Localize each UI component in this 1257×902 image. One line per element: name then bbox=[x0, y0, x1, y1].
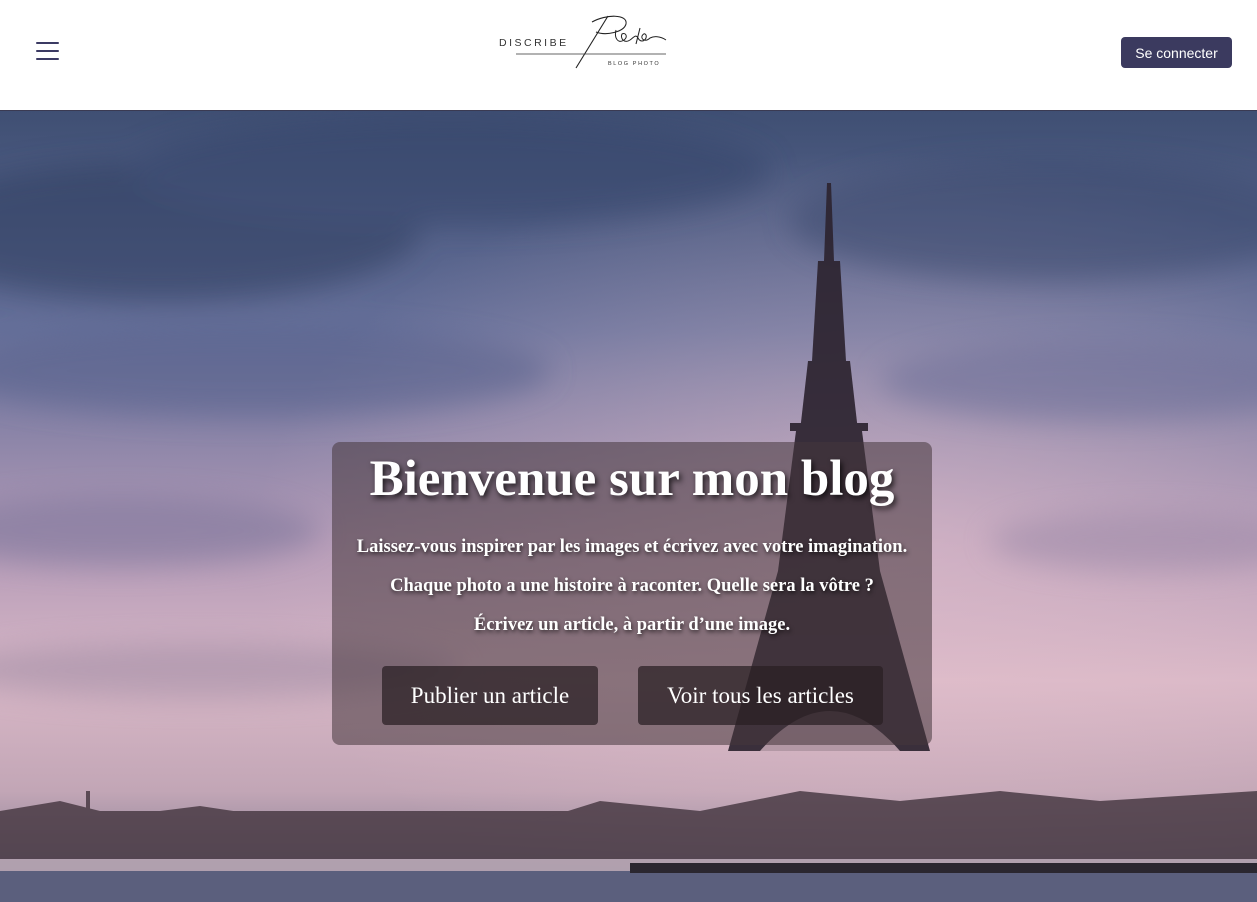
hero-line-1: Laissez-vous inspirer par les images et … bbox=[356, 537, 908, 557]
hero-line-3: Écrivez un article, à partir d’une image… bbox=[473, 615, 791, 635]
publish-article-button[interactable]: Publier un article bbox=[382, 666, 598, 725]
welcome-card: Bienvenue sur mon blog Laissez-vous insp… bbox=[332, 442, 932, 745]
site-logo[interactable]: DISCRIBE BLOG PHOTO bbox=[496, 10, 676, 76]
hamburger-menu-icon[interactable] bbox=[36, 40, 60, 62]
hero-section: Bienvenue sur mon blog Laissez-vous insp… bbox=[0, 111, 1257, 902]
view-all-articles-button[interactable]: Voir tous les articles bbox=[638, 666, 883, 725]
hero-line-2: Chaque photo a une histoire à raconter. … bbox=[390, 576, 874, 596]
login-button[interactable]: Se connecter bbox=[1121, 37, 1232, 68]
hero-title: Bienvenue sur mon blog bbox=[369, 451, 895, 507]
site-header: DISCRIBE BLOG PHOTO Se connecter bbox=[0, 0, 1257, 111]
logo-tagline: BLOG PHOTO bbox=[608, 61, 661, 67]
